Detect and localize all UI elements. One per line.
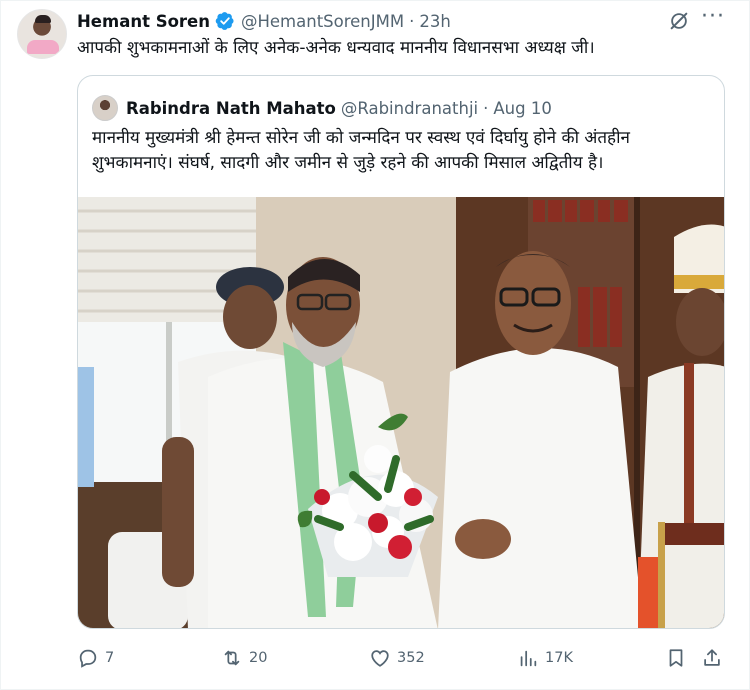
author-avatar[interactable] xyxy=(17,9,67,59)
bookmark-icon xyxy=(669,649,683,667)
quoted-avatar xyxy=(92,95,118,121)
tweet-card[interactable]: Hemant Soren @HemantSorenJMM · 23h ··· आ… xyxy=(0,0,750,690)
bookmark-button[interactable] xyxy=(665,641,693,675)
more-icon[interactable]: ··· xyxy=(701,6,725,33)
author-name[interactable]: Hemant Soren xyxy=(77,12,210,31)
reply-count: 7 xyxy=(105,650,115,666)
views-count: 17K xyxy=(545,650,573,666)
separator-dot: · xyxy=(483,98,489,118)
quoted-date: Aug 10 xyxy=(493,98,552,118)
grok-icon[interactable] xyxy=(668,10,690,32)
quoted-text: माननीय मुख्यमंत्री श्री हेमन्त सोरेन जी … xyxy=(92,126,712,176)
reply-button[interactable]: 7 xyxy=(77,641,114,675)
quoted-tweet[interactable]: Rabindra Nath Mahato @Rabindranathji · A… xyxy=(77,75,725,629)
quoted-author-name: Rabindra Nath Mahato xyxy=(126,98,336,118)
author-handle[interactable]: @HemantSorenJMM xyxy=(241,12,404,31)
share-button[interactable] xyxy=(701,641,729,675)
tweet-text: आपकी शुभकामनाओं के लिए अनेक-अनेक धन्यवाद… xyxy=(77,38,595,58)
heart-icon xyxy=(371,650,389,667)
repost-icon xyxy=(224,650,240,666)
repost-button[interactable]: 20 xyxy=(221,641,267,675)
verified-badge-icon xyxy=(215,12,234,30)
quoted-header: Rabindra Nath Mahato @Rabindranathji · A… xyxy=(92,94,552,122)
tweet-photo[interactable] xyxy=(78,197,724,628)
tweet-header: Hemant Soren @HemantSorenJMM · 23h xyxy=(77,9,451,33)
views-button[interactable]: 17K xyxy=(517,641,573,675)
quoted-author-handle: @Rabindranathji xyxy=(340,98,479,118)
views-icon xyxy=(520,650,537,667)
reply-icon xyxy=(79,649,97,668)
quoted-text-line: माननीय मुख्यमंत्री श्री हेमन्त सोरेन जी … xyxy=(92,128,630,148)
tweet-time[interactable]: 23h xyxy=(419,12,450,31)
quoted-text-line: शुभकामनाएं। संघर्ष, सादगी और जमीन से जुड… xyxy=(92,153,604,173)
action-bar: 7 20 352 17K xyxy=(77,641,737,675)
repost-count: 20 xyxy=(249,650,268,666)
like-count: 352 xyxy=(397,650,425,666)
separator-dot: · xyxy=(409,11,415,31)
like-button[interactable]: 352 xyxy=(369,641,425,675)
share-icon xyxy=(704,649,720,666)
